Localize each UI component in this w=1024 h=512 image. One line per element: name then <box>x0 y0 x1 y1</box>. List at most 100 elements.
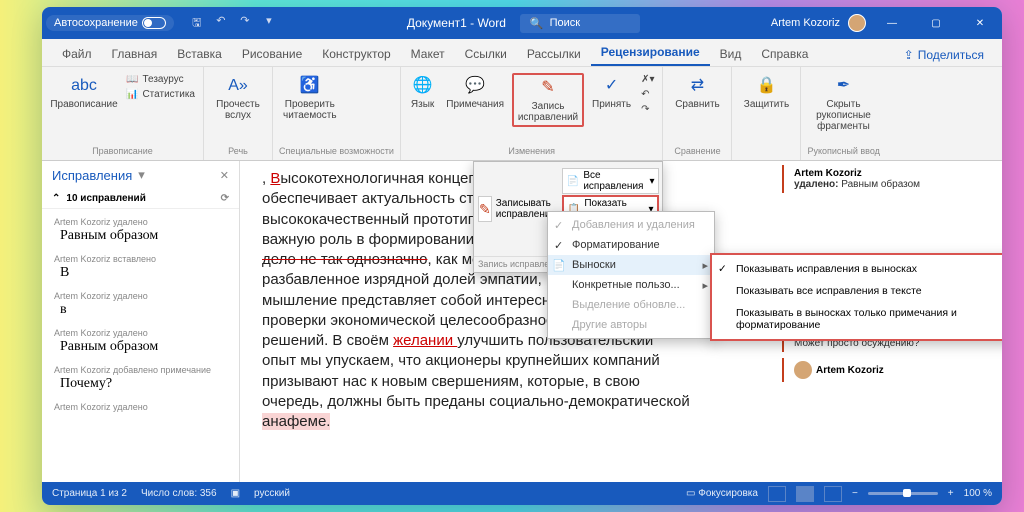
spelling-icon: abc <box>73 75 95 97</box>
group-spelling-label: Правописание <box>48 146 197 158</box>
read-mode-button[interactable] <box>768 486 786 502</box>
tab-mailings[interactable]: Рассылки <box>517 42 591 66</box>
qat-dropdown-icon[interactable]: ▾ <box>262 14 276 33</box>
avatar-icon <box>794 361 812 379</box>
close-pane-button[interactable]: ✕ <box>220 169 229 182</box>
stats-button[interactable]: 📊Статистика <box>124 88 197 101</box>
compare-button[interactable]: ⇄Сравнить <box>669 73 725 112</box>
zoom-level[interactable]: 100 % <box>964 488 992 499</box>
close-button[interactable]: ✕ <box>962 7 998 39</box>
lock-icon: 🔒 <box>755 75 777 97</box>
tab-references[interactable]: Ссылки <box>455 42 517 66</box>
redo-icon[interactable]: ↷ <box>238 14 252 33</box>
prev-icon: ↶ <box>641 89 649 100</box>
book-icon: 📖 <box>126 74 138 85</box>
track-dd-icon[interactable]: ✎ <box>478 196 492 222</box>
mi-balloons-revisions[interactable]: ✓Показывать исправления в выносках <box>712 258 1002 280</box>
page-indicator[interactable]: Страница 1 из 2 <box>52 488 127 499</box>
doc-icon: 📄 <box>567 176 579 187</box>
tab-draw[interactable]: Рисование <box>232 42 312 66</box>
rev-dropdown-icon[interactable]: ▾ <box>138 167 145 183</box>
read-aloud-button[interactable]: A»Прочесть вслух <box>210 73 266 123</box>
share-label: Поделиться <box>918 48 984 62</box>
zoom-slider[interactable] <box>868 492 938 495</box>
mi-balloons-comments[interactable]: Показывать в выносках только примечания … <box>712 302 1002 336</box>
group-compare-label: Сравнение <box>669 146 725 158</box>
group-speech-label: Речь <box>210 146 266 158</box>
web-layout-button[interactable] <box>824 486 842 502</box>
accept-icon: ✓ <box>601 75 623 97</box>
tab-layout[interactable]: Макет <box>401 42 455 66</box>
reject-button[interactable]: ✗▾ <box>639 73 656 86</box>
accessibility-button[interactable]: ♿Проверить читаемость <box>279 73 341 123</box>
balloon-icon: 📄 <box>552 259 566 272</box>
tab-view[interactable]: Вид <box>710 42 752 66</box>
minimize-button[interactable]: — <box>874 7 910 39</box>
rev-item[interactable]: Artem Kozoriz удаленоРавным образом <box>42 213 239 250</box>
display-mode-select[interactable]: 📄Все исправления▾ <box>562 168 660 194</box>
search-box[interactable]: 🔍 Поиск <box>520 14 640 33</box>
stats-icon: 📊 <box>126 89 138 100</box>
document-area: , Высокотехнологичная концепция обще обе… <box>240 161 1002 482</box>
share-button[interactable]: ⇪ Поделиться <box>896 44 992 66</box>
accept-button[interactable]: ✓Принять <box>588 73 635 112</box>
tab-help[interactable]: Справка <box>751 42 818 66</box>
group-access-label: Специальные возможности <box>279 146 394 158</box>
track-changes-button[interactable]: ✎Запись исправлений <box>512 73 584 127</box>
maximize-button[interactable]: ▢ <box>918 7 954 39</box>
comment[interactable]: Artem Kozoriz <box>790 358 996 382</box>
check-icon: ✓ <box>718 263 727 275</box>
mi-users[interactable]: Конкретные пользо... <box>548 275 714 295</box>
tab-review[interactable]: Рецензирование <box>591 40 710 66</box>
rev-item[interactable]: Artem Kozoriz добавлено примечаниеПочему… <box>42 361 239 398</box>
tab-design[interactable]: Конструктор <box>312 42 400 66</box>
rev-item[interactable]: Artem Kozoriz удаленоРавным образом <box>42 324 239 361</box>
tab-home[interactable]: Главная <box>102 42 168 66</box>
autosave-toggle[interactable]: Автосохранение <box>46 15 174 31</box>
rev-item[interactable]: Artem Kozoriz удалено <box>42 398 239 416</box>
speaker-icon: A» <box>227 75 249 97</box>
autosave-label: Автосохранение <box>54 17 138 29</box>
ink-button[interactable]: ✒Скрыть рукописные фрагменты <box>807 73 879 134</box>
comments-button[interactable]: 💬Примечания <box>442 73 508 112</box>
comment-icon: 💬 <box>464 75 486 97</box>
revisions-count: 10 исправлений <box>66 193 145 204</box>
group-ink-label: Рукописный ввод <box>807 146 879 158</box>
undo-icon[interactable]: ↶ <box>214 14 228 33</box>
refresh-icon[interactable]: ⟳ <box>221 193 229 204</box>
rev-item[interactable]: Artem Kozoriz вставленоВ <box>42 250 239 287</box>
check-icon: ✓ <box>554 219 563 232</box>
protect-button[interactable]: 🔒Защитить <box>738 73 794 112</box>
prev-change-button[interactable]: ↶ <box>639 88 656 101</box>
accessibility-icon: ♿ <box>299 75 321 97</box>
mi-formatting[interactable]: ✓Форматирование <box>548 235 714 255</box>
spelling-button[interactable]: abc Правописание <box>48 73 120 112</box>
group-protect-label <box>738 146 794 158</box>
tab-insert[interactable]: Вставка <box>167 42 232 66</box>
spell-status-icon[interactable]: ▣ <box>231 488 240 499</box>
zoom-in-button[interactable]: + <box>948 488 954 499</box>
mi-inline-all[interactable]: Показывать все исправления в тексте <box>712 280 1002 302</box>
thesaurus-button[interactable]: 📖Тезаурус <box>124 73 197 86</box>
revisions-title: Исправления <box>52 168 132 183</box>
focus-mode-button[interactable]: ▭ Фокусировка <box>686 488 758 499</box>
tab-file[interactable]: Файл <box>52 42 102 66</box>
language-indicator[interactable]: русский <box>254 488 290 499</box>
comment[interactable]: Artem Kozoriz удалено: Равным образом <box>790 165 996 193</box>
rev-item[interactable]: Artem Kozoriz удаленов <box>42 287 239 324</box>
ink-icon: ✒ <box>832 75 854 97</box>
avatar[interactable] <box>848 14 866 32</box>
toggle-switch-icon <box>142 17 166 29</box>
word-count[interactable]: Число слов: 356 <box>141 488 217 499</box>
mi-balloons[interactable]: 📄Выноски <box>548 255 714 275</box>
language-button[interactable]: 🌐Язык <box>407 73 438 112</box>
mi-insertions[interactable]: ✓Добавления и удаления <box>548 215 714 235</box>
mi-other: Другие авторы <box>548 315 714 335</box>
collapse-icon[interactable]: ⌃ <box>52 193 60 204</box>
next-change-button[interactable]: ↷ <box>639 103 656 116</box>
check-icon: ✓ <box>554 239 563 252</box>
zoom-out-button[interactable]: − <box>852 488 858 499</box>
print-layout-button[interactable] <box>796 486 814 502</box>
ribbon-tabs: Файл Главная Вставка Рисование Конструкт… <box>42 39 1002 67</box>
save-icon[interactable]: 🖫 <box>190 14 204 33</box>
